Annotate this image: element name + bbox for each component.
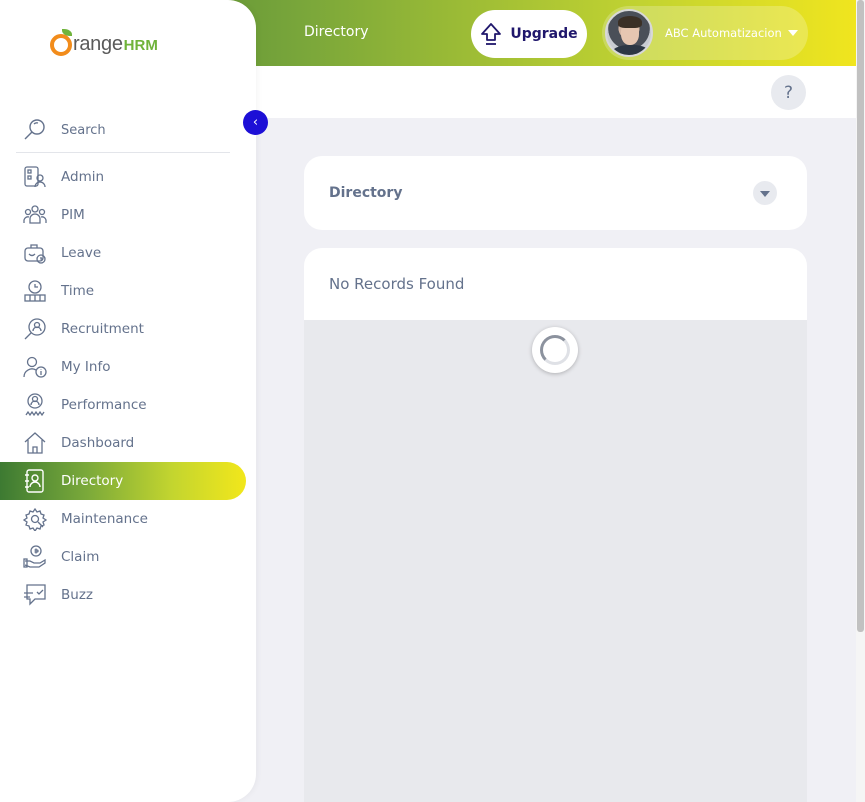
sidebar-item-leave[interactable]: Leave xyxy=(0,234,256,272)
sidebar-item-label: PIM xyxy=(61,207,85,223)
search-input[interactable] xyxy=(61,122,211,138)
sidebar-item-time[interactable]: Time xyxy=(0,272,256,310)
page-title: Directory xyxy=(304,24,369,40)
sidebar-item-buzz[interactable]: Buzz xyxy=(0,576,256,614)
sidebar-item-performance[interactable]: Performance xyxy=(0,386,256,424)
dashboard-icon xyxy=(23,431,47,455)
upgrade-button[interactable]: Upgrade xyxy=(471,10,587,58)
caret-down-icon xyxy=(787,30,798,36)
maintenance-icon xyxy=(23,507,47,531)
sidebar-item-label: Leave xyxy=(61,245,102,261)
sidebar-search xyxy=(16,108,230,153)
sidebar-item-maintenance[interactable]: Maintenance xyxy=(0,500,256,538)
user-dropdown[interactable]: ABC Automatizacion xyxy=(602,6,808,60)
brand-text: range xyxy=(73,33,123,55)
filter-toggle-button[interactable] xyxy=(753,181,777,205)
results-card: No Records Found xyxy=(304,248,807,320)
user-name: ABC Automatizacion xyxy=(665,26,782,40)
my-info-icon xyxy=(23,355,47,379)
sidebar-item-dashboard[interactable]: Dashboard xyxy=(0,424,256,462)
admin-icon xyxy=(23,165,47,189)
no-records-text: No Records Found xyxy=(329,275,465,293)
sidebar-item-recruitment[interactable]: Recruitment xyxy=(0,310,256,348)
recruitment-icon xyxy=(23,317,47,341)
sidebar-item-label: Directory xyxy=(61,473,124,489)
search-icon xyxy=(24,119,45,140)
sidebar-item-label: Recruitment xyxy=(61,321,144,337)
sidebar-item-my-info[interactable]: My Info xyxy=(0,348,256,386)
brand-suffix: HRM xyxy=(123,37,158,54)
orange-logo-icon xyxy=(50,29,72,56)
loading-spinner xyxy=(532,327,578,373)
scrollbar-thumb[interactable] xyxy=(857,0,864,632)
sidebar-item-label: My Info xyxy=(61,359,111,375)
directory-filter-card: Directory xyxy=(304,156,807,230)
filter-title: Directory xyxy=(329,185,403,201)
sidebar-item-claim[interactable]: Claim xyxy=(0,538,256,576)
sidebar-item-label: Maintenance xyxy=(61,511,148,527)
sidebar-item-label: Time xyxy=(61,283,95,299)
sidebar-item-label: Admin xyxy=(61,169,105,185)
sidebar-collapse-button[interactable]: ‹ xyxy=(243,110,268,135)
sidebar-item-label: Dashboard xyxy=(61,435,135,451)
sidebar-item-pim[interactable]: PIM xyxy=(0,196,256,234)
orangehrm-logo[interactable]: range HRM xyxy=(50,29,158,56)
chevron-down-icon xyxy=(760,191,770,197)
upgrade-arrow-icon xyxy=(481,23,502,45)
leave-icon xyxy=(23,241,47,265)
sidebar-item-directory[interactable]: Directory xyxy=(0,462,246,500)
upgrade-label: Upgrade xyxy=(510,26,578,42)
sidebar: range HRM Admin PIM Leave xyxy=(0,0,256,802)
sidebar-nav: Admin PIM Leave Time Recruitment My Info… xyxy=(0,158,256,614)
pim-icon xyxy=(23,203,47,227)
buzz-icon xyxy=(23,583,47,607)
time-icon xyxy=(23,279,47,303)
help-button[interactable]: ? xyxy=(771,75,806,110)
sidebar-item-label: Buzz xyxy=(61,587,93,603)
performance-icon xyxy=(23,393,47,417)
results-loading-area xyxy=(304,320,807,802)
sidebar-item-admin[interactable]: Admin xyxy=(0,158,256,196)
avatar xyxy=(605,9,653,57)
directory-icon xyxy=(23,469,47,493)
claim-icon xyxy=(23,545,47,569)
sidebar-item-label: Claim xyxy=(61,549,100,565)
spinner-icon xyxy=(540,335,570,365)
sidebar-item-label: Performance xyxy=(61,397,147,413)
